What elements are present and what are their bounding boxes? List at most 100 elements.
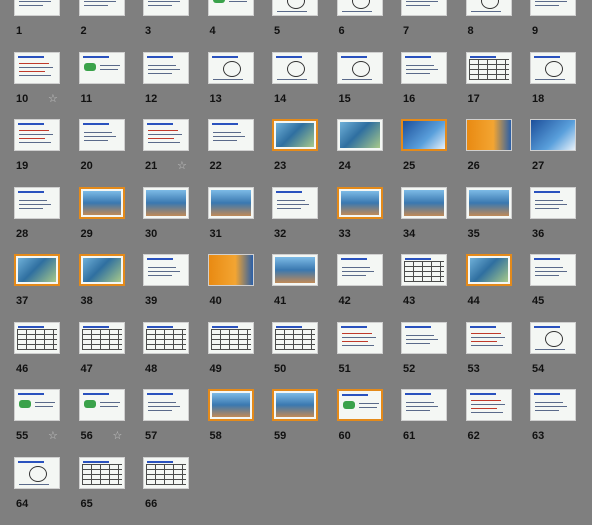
slide-preview-image[interactable]	[143, 51, 189, 84]
slide-preview-image[interactable]	[207, 51, 254, 84]
slide-preview-image[interactable]	[143, 389, 189, 421]
slide-thumbnail-52[interactable]: 52	[401, 321, 465, 390]
slide-preview-image[interactable]	[465, 389, 512, 421]
slide-preview-image[interactable]	[14, 389, 60, 421]
slide-preview-image[interactable]	[78, 254, 125, 286]
slide-preview-image[interactable]	[14, 51, 60, 84]
slide-preview-image[interactable]	[530, 51, 576, 84]
slide-thumbnail-48[interactable]: 48	[143, 321, 207, 390]
slide-preview-image[interactable]	[272, 119, 318, 151]
slide-thumbnail-55[interactable]: 55 ☆	[14, 389, 78, 457]
slide-thumbnail-26[interactable]: 26	[465, 119, 530, 187]
slide-preview-image[interactable]	[14, 456, 60, 489]
slide-thumbnail-12[interactable]: 12	[143, 51, 207, 120]
slide-thumbnail-15[interactable]: 15	[336, 51, 401, 120]
slide-preview-image[interactable]	[401, 321, 447, 354]
slide-preview-image[interactable]	[143, 321, 189, 354]
slide-preview-image[interactable]	[143, 254, 189, 286]
slide-thumbnail-18[interactable]: 18	[530, 51, 592, 120]
slide-thumbnail-65[interactable]: 65	[78, 456, 143, 525]
slide-thumbnail-20[interactable]: 20	[78, 119, 143, 187]
slide-preview-image[interactable]	[530, 0, 576, 16]
slide-thumbnail-4[interactable]: 4	[207, 0, 272, 52]
slide-thumbnail-27[interactable]: 27	[530, 119, 592, 187]
slide-preview-image[interactable]	[465, 186, 512, 219]
slide-preview-image[interactable]	[336, 389, 383, 421]
slide-thumbnail-51[interactable]: 51	[336, 321, 401, 390]
slide-preview-image[interactable]	[401, 119, 447, 151]
slide-preview-image[interactable]	[143, 119, 189, 151]
slide-thumbnail-50[interactable]: 50	[272, 321, 336, 390]
slide-thumbnail-49[interactable]: 49	[207, 321, 272, 390]
slide-preview-image[interactable]	[14, 186, 60, 219]
slide-thumbnail-40[interactable]: 40	[207, 254, 272, 322]
slide-preview-image[interactable]	[465, 321, 512, 354]
slide-preview-image[interactable]	[14, 119, 60, 151]
slide-preview-image[interactable]	[401, 389, 447, 421]
slide-preview-image[interactable]	[465, 254, 512, 286]
slide-preview-image[interactable]	[530, 389, 576, 421]
slide-thumbnail-39[interactable]: 39	[143, 254, 207, 322]
slide-thumbnail-53[interactable]: 53	[465, 321, 530, 390]
slide-thumbnail-54[interactable]: 54	[530, 321, 592, 390]
slide-thumbnail-30[interactable]: 30	[143, 186, 207, 255]
slide-preview-image[interactable]	[78, 119, 125, 151]
slide-thumbnail-59[interactable]: 59	[272, 389, 336, 457]
slide-thumbnail-6[interactable]: 6	[336, 0, 401, 52]
slide-preview-image[interactable]	[336, 186, 383, 219]
slide-thumbnail-43[interactable]: 43	[401, 254, 465, 322]
slide-thumbnail-42[interactable]: 42	[336, 254, 401, 322]
slide-thumbnail-56[interactable]: 56 ☆	[78, 389, 143, 457]
slide-preview-image[interactable]	[530, 321, 576, 354]
slide-preview-image[interactable]	[465, 51, 512, 84]
slide-preview-image[interactable]	[207, 389, 254, 421]
slide-preview-image[interactable]	[78, 456, 125, 489]
slide-thumbnail-9[interactable]: 9	[530, 0, 592, 52]
slide-preview-image[interactable]	[401, 254, 447, 286]
slide-preview-image[interactable]	[465, 0, 512, 16]
slide-thumbnail-33[interactable]: 33	[336, 186, 401, 255]
slide-thumbnail-32[interactable]: 32	[272, 186, 336, 255]
slide-thumbnail-22[interactable]: 22	[207, 119, 272, 187]
slide-preview-image[interactable]	[401, 51, 447, 84]
slide-preview-image[interactable]	[14, 254, 60, 286]
slide-thumbnail-16[interactable]: 16	[401, 51, 465, 120]
slide-preview-image[interactable]	[143, 186, 189, 219]
slide-thumbnail-38[interactable]: 38	[78, 254, 143, 322]
slide-preview-image[interactable]	[272, 321, 318, 354]
slide-thumbnail-41[interactable]: 41	[272, 254, 336, 322]
slide-thumbnail-61[interactable]: 61	[401, 389, 465, 457]
slide-preview-image[interactable]	[465, 119, 512, 151]
slide-thumbnail-8[interactable]: 8	[465, 0, 530, 52]
slide-thumbnail-45[interactable]: 45	[530, 254, 592, 322]
slide-preview-image[interactable]	[530, 254, 576, 286]
slide-preview-image[interactable]	[207, 186, 254, 219]
slide-thumbnail-58[interactable]: 58	[207, 389, 272, 457]
slide-preview-image[interactable]	[78, 186, 125, 219]
slide-preview-image[interactable]	[78, 321, 125, 354]
slide-thumbnail-10[interactable]: 10 ☆	[14, 51, 78, 120]
slide-preview-image[interactable]	[401, 186, 447, 219]
slide-preview-image[interactable]	[272, 186, 318, 219]
slide-thumbnail-37[interactable]: 37	[14, 254, 78, 322]
slide-thumbnail-17[interactable]: 17	[465, 51, 530, 120]
slide-preview-image[interactable]	[207, 119, 254, 151]
transition-star-icon[interactable]: ☆	[48, 93, 58, 105]
slide-thumbnail-2[interactable]: 2	[78, 0, 143, 52]
slide-thumbnail-64[interactable]: 64	[14, 456, 78, 525]
transition-star-icon[interactable]: ☆	[48, 430, 58, 442]
slide-preview-image[interactable]	[143, 456, 189, 489]
slide-thumbnail-1[interactable]: 1	[14, 0, 78, 52]
slide-preview-image[interactable]	[207, 254, 254, 286]
slide-preview-image[interactable]	[336, 119, 383, 151]
slide-thumbnail-28[interactable]: 28	[14, 186, 78, 255]
transition-star-icon[interactable]: ☆	[177, 160, 187, 172]
slide-thumbnail-34[interactable]: 34	[401, 186, 465, 255]
slide-thumbnail-35[interactable]: 35	[465, 186, 530, 255]
slide-thumbnail-63[interactable]: 63	[530, 389, 592, 457]
slide-preview-image[interactable]	[272, 0, 318, 16]
slide-thumbnail-47[interactable]: 47	[78, 321, 143, 390]
slide-thumbnail-46[interactable]: 46	[14, 321, 78, 390]
slide-thumbnail-11[interactable]: 11	[78, 51, 143, 120]
slide-preview-image[interactable]	[207, 0, 254, 16]
